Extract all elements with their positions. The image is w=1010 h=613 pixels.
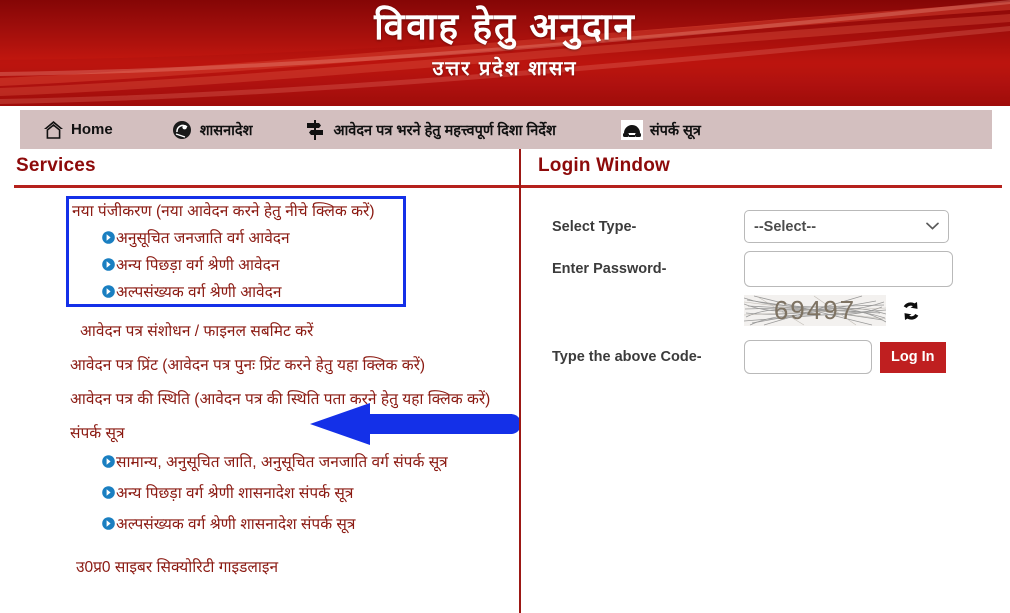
password-label: Enter Password- [552,261,667,277]
select-type-dropdown[interactable]: --Select-- [744,210,949,243]
captcha-code-input[interactable] [744,340,872,374]
service-link-obc-order-contact[interactable]: अन्य पिछड़ा वर्ग श्रेणी शासनादेश संपर्क … [66,485,519,502]
telephone-icon [620,119,643,141]
service-link-general-sc-st-contact-label: सामान्य, अनुसूचित जाति, अनुसूचित जनजाति … [116,454,448,472]
services-heading: Services [16,155,96,176]
nav-item-guidelines[interactable]: आवेदन पत्र भरने हेतु महत्त्वपूर्ण दिशा न… [304,110,556,149]
password-input[interactable] [744,251,953,287]
service-link-st-application-label: अनुसूचित जनजाति वर्ग आवेदन [116,230,290,248]
service-link-print-application[interactable]: आवेदन पत्र प्रिंट (आवेदन पत्र पुनः प्रिं… [70,357,519,374]
service-link-st-application[interactable]: अनुसूचित जनजाति वर्ग आवेदन [66,230,519,247]
service-link-minority-order-contact-label: अल्पसंख्यक वर्ग श्रेणी शासनादेश संपर्क स… [116,516,356,534]
government-order-icon [171,119,193,141]
nav-item-guidelines-label: आवेदन पत्र भरने हेतु महत्त्वपूर्ण दिशा न… [333,122,556,139]
login-button[interactable]: Log In [880,341,946,373]
arrow-bullet-icon [102,517,115,531]
captcha-image: 69497 [744,295,886,326]
captcha-code: 69497 [773,295,857,325]
select-type-label: Select Type- [552,218,637,235]
arrow-bullet-icon [102,285,115,298]
home-icon [42,119,64,141]
nav-item-contact-label: संपर्क सूत्र [649,122,701,139]
arrow-bullet-icon [102,486,115,500]
nav-item-government-order[interactable]: शासनादेश [171,110,253,149]
login-heading: Login Window [538,155,671,176]
banner-title: विवाह हेतु अनुदान [374,6,636,47]
select-type-row: Select Type- --Select-- [552,210,1010,243]
service-link-obc-application[interactable]: अन्य पिछड़ा वर्ग श्रेणी आवेदन [66,257,519,274]
service-link-edit-final-submit[interactable]: आवेदन पत्र संशोधन / फाइनल सबमिट करें [80,323,519,340]
captcha-row: 69497 [744,295,1010,326]
navigation-bar-wrapper: Home शासनादेश आवेदन पत्र भरने हेतु महत्त… [0,106,1010,149]
service-link-obc-application-label: अन्य पिछड़ा वर्ग श्रेणी आवेदन [116,257,280,275]
arrow-bullet-icon [102,231,115,244]
code-label: Type the above Code- [552,349,702,365]
arrow-bullet-icon [102,258,115,271]
contact-group-heading[interactable]: संपर्क सूत्र [70,425,519,442]
service-link-cyber-security-guideline[interactable]: उ0प्र0 साइबर सिक्योरिटी गाइडलाइन [76,559,519,576]
nav-item-government-order-label: शासनादेश [199,122,253,139]
service-link-application-status[interactable]: आवेदन पत्र की स्थिति (आवेदन पत्र की स्थि… [70,391,519,408]
refresh-icon[interactable] [900,300,922,322]
services-list: नया पंजीकरण (नया आवेदन करने हेतु नीचे क्… [0,188,519,576]
service-link-minority-order-contact[interactable]: अल्पसंख्यक वर्ग श्रेणी शासनादेश संपर्क स… [66,516,519,533]
page-content: Services नया पंजीकरण (नया आवेदन करने हेत… [0,149,1010,613]
new-registration-heading[interactable]: नया पंजीकरण (नया आवेदन करने हेतु नीचे क्… [66,196,519,220]
login-form: Select Type- --Select-- Enter Password- [521,188,1010,374]
site-banner: विवाह हेतु अनुदान उत्तर प्रदेश शासन [0,0,1010,106]
arrow-bullet-icon [102,455,115,469]
nav-item-contact[interactable]: संपर्क सूत्र [620,110,701,149]
banner-subtitle: उत्तर प्रदेश शासन [432,58,578,81]
nav-item-home[interactable]: Home [42,110,113,149]
select-type-value: --Select-- [754,218,817,235]
navigation-bar: Home शासनादेश आवेदन पत्र भरने हेतु महत्त… [20,110,992,149]
chevron-down-icon [926,221,939,233]
service-link-general-sc-st-contact[interactable]: सामान्य, अनुसूचित जाति, अनुसूचित जनजाति … [66,454,519,471]
login-column: Login Window Select Type- --Select-- Ent… [521,149,1010,613]
nav-item-home-label: Home [71,121,113,138]
code-row: Type the above Code- Log In [552,340,1010,374]
service-link-obc-order-contact-label: अन्य पिछड़ा वर्ग श्रेणी शासनादेश संपर्क … [116,485,354,503]
password-row: Enter Password- [552,251,1010,287]
services-column: Services नया पंजीकरण (नया आवेदन करने हेत… [0,149,519,613]
service-link-minority-application[interactable]: अल्पसंख्यक वर्ग श्रेणी आवेदन [66,284,519,301]
service-link-minority-application-label: अल्पसंख्यक वर्ग श्रेणी आवेदन [116,284,282,302]
signpost-icon [304,119,326,141]
